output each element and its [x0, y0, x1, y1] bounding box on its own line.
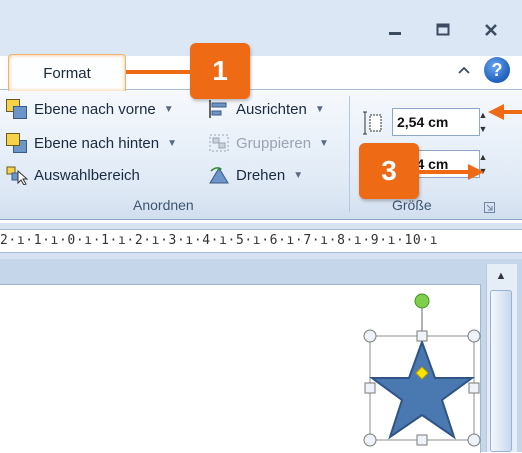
dropdown-arrow-icon: ▼ — [167, 137, 178, 149]
resize-handle[interactable] — [363, 433, 377, 447]
scroll-thumb[interactable] — [490, 290, 512, 452]
restore-icon[interactable] — [428, 16, 458, 44]
size-group-label: Größe — [392, 197, 432, 213]
resize-handle[interactable] — [416, 434, 428, 446]
rotate-button[interactable]: Drehen ▼ — [208, 165, 303, 185]
help-button[interactable]: ? — [484, 57, 510, 83]
callout-1-label: 1 — [212, 55, 228, 86]
bring-forward-icon — [6, 99, 28, 119]
send-backward-label: Ebene nach hinten — [34, 134, 160, 152]
tab-format-label: Format — [43, 64, 91, 82]
tab-format[interactable]: Format — [8, 54, 126, 91]
callout-arrow-3 — [418, 164, 484, 180]
ruler-scale: 2·ı·1·ı·0·ı·1·ı·2·ı·3·ı·4·ı·5·ı·6·ı·7·ı·… — [0, 233, 439, 248]
group-label: Gruppieren — [236, 134, 312, 152]
dropdown-arrow-icon: ▼ — [314, 103, 325, 115]
rotate-icon — [209, 167, 229, 184]
resize-handle[interactable] — [467, 329, 481, 343]
align-button[interactable]: Ausrichten ▼ — [208, 99, 325, 119]
bring-forward-label: Ebene nach vorne — [34, 100, 156, 118]
dropdown-arrow-icon: ▼ — [163, 103, 174, 115]
resize-handle[interactable] — [416, 330, 428, 342]
resize-handle[interactable] — [467, 433, 481, 447]
dropdown-arrow-icon: ▼ — [319, 137, 329, 149]
send-backward-icon — [6, 133, 28, 153]
resize-handle[interactable] — [364, 382, 376, 394]
send-backward-button[interactable]: Ebene nach hinten ▼ — [6, 133, 177, 153]
rotation-handle[interactable] — [414, 293, 430, 309]
shape-height-field[interactable]: 2,54 cm ▲ ▼ — [392, 108, 492, 138]
bring-forward-button[interactable]: Ebene nach vorne ▼ — [6, 99, 174, 119]
resize-handle[interactable] — [468, 382, 480, 394]
help-label: ? — [491, 59, 503, 80]
minimize-icon[interactable] — [380, 16, 410, 44]
close-icon[interactable] — [476, 16, 506, 44]
selection-pane-icon — [6, 166, 28, 185]
horizontal-ruler[interactable]: 2·ı·1·ı·0·ı·1·ı·2·ı·3·ı·4·ı·5·ı·6·ı·7·ı·… — [0, 229, 522, 253]
callout-badge-1: 1 — [190, 43, 250, 99]
group-separator — [349, 96, 350, 212]
group-icon — [209, 134, 229, 152]
resize-handle[interactable] — [363, 329, 377, 343]
arrange-group-label: Anordnen — [133, 197, 194, 213]
rotate-label: Drehen — [236, 166, 286, 184]
align-icon — [209, 100, 227, 118]
selection-pane-button[interactable]: Auswahlbereich — [6, 165, 140, 185]
align-label: Ausrichten — [236, 100, 307, 118]
callout-badge-3: 3 — [359, 143, 419, 199]
dropdown-arrow-icon: ▼ — [293, 169, 304, 181]
dialog-launcher-icon[interactable] — [484, 200, 495, 218]
shape-height-icon — [362, 110, 384, 141]
shape-height-input[interactable]: 2,54 cm — [392, 108, 480, 136]
chevron-up-icon[interactable] — [456, 62, 472, 78]
scroll-up-icon[interactable]: ▲ — [490, 266, 512, 286]
callout-arrow-2 — [488, 104, 522, 120]
callout-3-label: 3 — [381, 155, 397, 186]
star-shape[interactable] — [355, 292, 485, 452]
selection-pane-label: Auswahlbereich — [34, 166, 140, 184]
group-button[interactable]: Gruppieren ▼ — [208, 133, 329, 153]
